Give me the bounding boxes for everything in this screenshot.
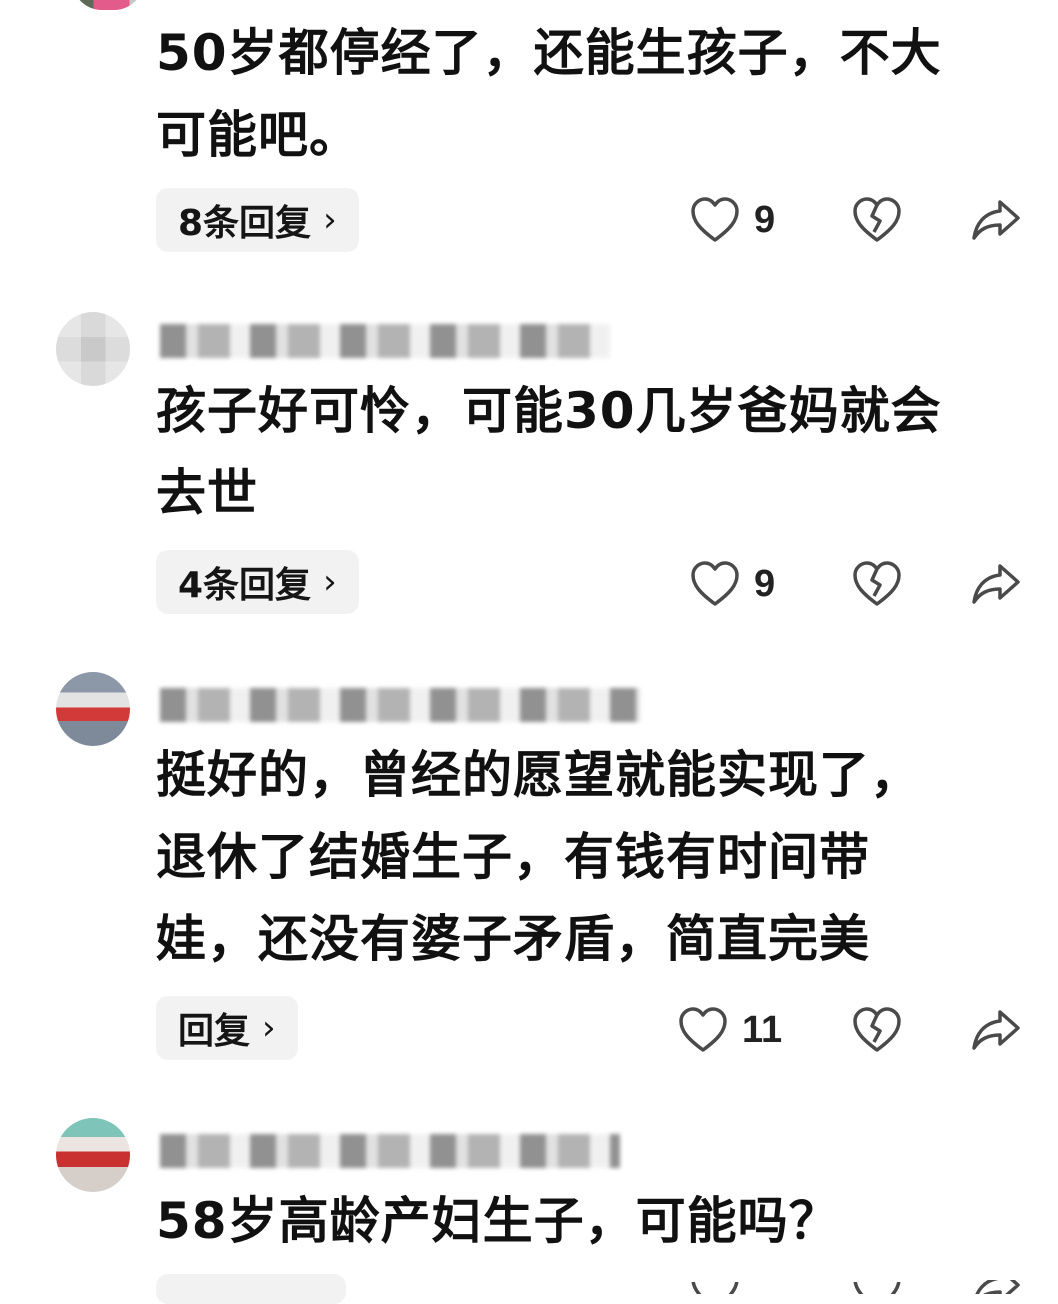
dislike-button[interactable] — [852, 560, 902, 608]
view-replies-button[interactable] — [156, 1274, 346, 1304]
reply-count-label: 4条回复 — [178, 565, 312, 606]
chevron-right-icon: › — [323, 200, 337, 240]
like-count: 11 — [742, 1008, 783, 1051]
comment-text: 50岁都停经了，还能生孩子，不大 可能吧。 — [156, 24, 942, 164]
share-arrow-icon — [975, 1280, 1020, 1294]
heart-outline-icon — [679, 1007, 727, 1052]
share-arrow-icon — [972, 1010, 1020, 1050]
broken-heart-icon — [853, 197, 901, 242]
chevron-right-icon: › — [262, 1008, 276, 1048]
dislike-button[interactable] — [852, 196, 902, 244]
like-button[interactable]: 9 — [690, 560, 775, 608]
comment-text: 58岁高龄产妇生子，可能吗？ — [156, 1192, 840, 1250]
broken-heart-icon — [853, 561, 901, 606]
username-blurred[interactable] — [160, 688, 640, 722]
share-button[interactable] — [970, 1280, 1022, 1294]
view-replies-button[interactable]: 8条回复 › — [156, 188, 359, 252]
like-button[interactable]: 11 — [678, 1006, 782, 1054]
reply-label: 回复 — [178, 1011, 251, 1052]
comment-text: 挺好的，曾经的愿望就能实现了， 退休了结婚生子，有钱有时间带 娃，还没有婆子矛盾… — [156, 746, 921, 968]
like-count: 9 — [754, 198, 776, 241]
share-arrow-icon — [972, 200, 1020, 240]
dislike-button[interactable] — [852, 1006, 902, 1054]
share-button[interactable] — [970, 1008, 1022, 1052]
share-arrow-icon — [972, 564, 1020, 604]
heart-outline-icon — [691, 197, 739, 242]
dislike-button[interactable] — [852, 1282, 902, 1294]
like-count: 9 — [754, 562, 776, 605]
comment-text: 孩子好可怜，可能30几岁爸妈就会 去世 — [156, 382, 942, 522]
view-replies-button[interactable]: 回复 › — [156, 996, 298, 1060]
avatar[interactable] — [56, 1118, 130, 1192]
avatar[interactable] — [56, 672, 130, 746]
broken-heart-icon — [853, 1007, 901, 1052]
avatar[interactable] — [56, 312, 130, 386]
chevron-right-icon: › — [323, 562, 337, 602]
share-button[interactable] — [970, 198, 1022, 242]
reply-count-label: 8条回复 — [178, 203, 312, 244]
broken-heart-icon — [853, 1282, 901, 1294]
avatar[interactable] — [72, 0, 144, 10]
like-button[interactable] — [690, 1282, 740, 1294]
like-button[interactable]: 9 — [690, 196, 775, 244]
username-blurred[interactable] — [160, 1134, 620, 1168]
share-button[interactable] — [970, 562, 1022, 606]
view-replies-button[interactable]: 4条回复 › — [156, 550, 359, 614]
heart-outline-icon — [691, 1282, 739, 1294]
heart-outline-icon — [691, 561, 739, 606]
username-blurred[interactable] — [160, 324, 610, 358]
